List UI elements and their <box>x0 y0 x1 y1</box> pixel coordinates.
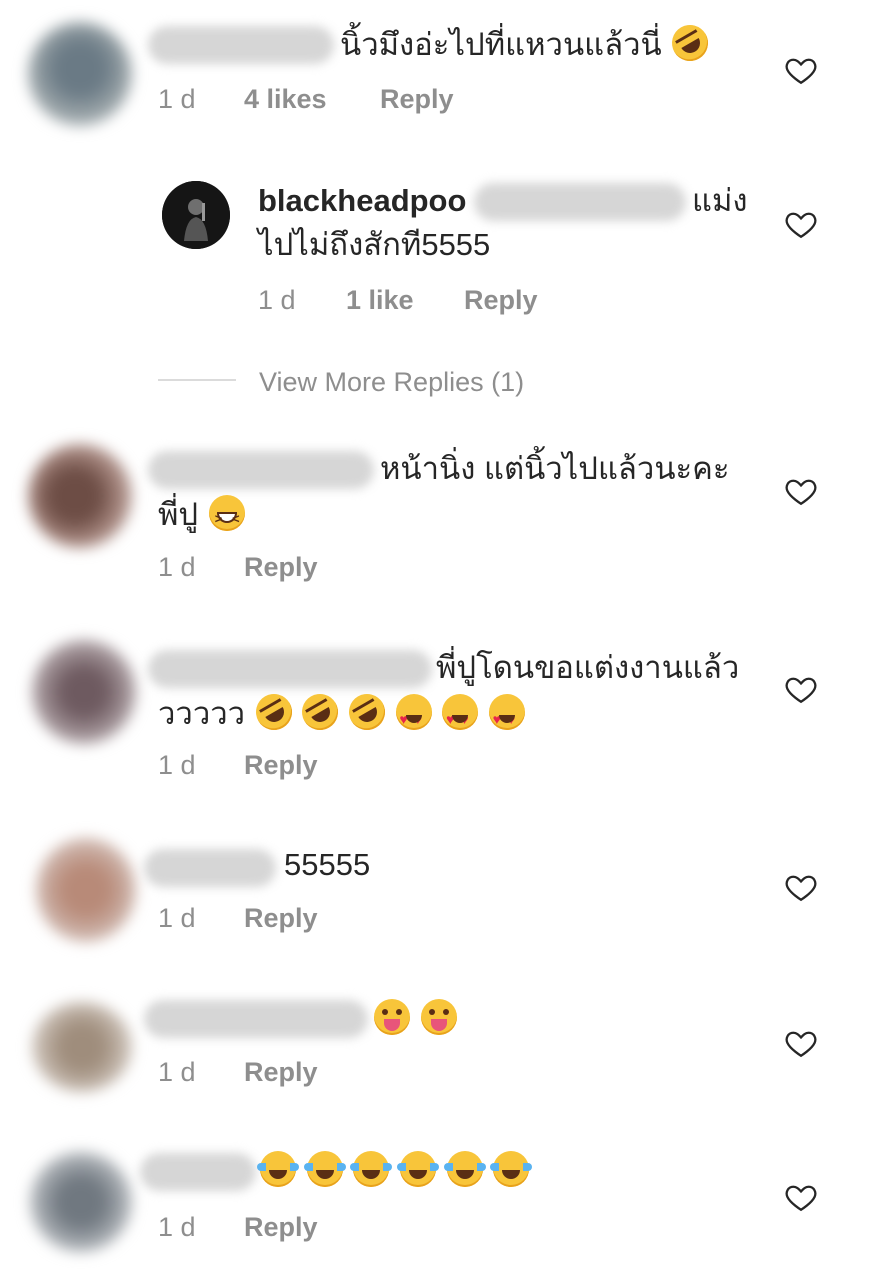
reply-button[interactable]: Reply <box>244 1212 318 1243</box>
reply-button[interactable]: Reply <box>464 285 538 316</box>
zany-tongue-emoji-icon <box>420 999 457 1035</box>
heart-eyes-emoji-icon <box>442 694 479 740</box>
comment-body: 55555 <box>284 847 371 882</box>
heart-eyes-emoji-icon <box>488 694 525 740</box>
grinning-squint-emoji-icon <box>208 495 245 540</box>
avatar[interactable] <box>32 1002 132 1092</box>
comment-body: หน้านิ่ง แต่นิ้วไปแล้วนะคะ <box>380 451 730 486</box>
rofl-emoji-icon <box>249 687 299 737</box>
likes-count[interactable]: 4 likes <box>244 84 327 115</box>
rofl-emoji-icon <box>342 687 392 737</box>
blurred-username[interactable] <box>148 650 432 688</box>
blurred-mention[interactable] <box>474 183 686 221</box>
avatar[interactable] <box>162 181 230 249</box>
comment-text <box>372 998 457 1040</box>
replies-divider <box>158 379 236 381</box>
avatar[interactable] <box>28 22 132 126</box>
tears-of-joy-emoji-icon <box>257 1151 299 1187</box>
avatar[interactable] <box>30 1152 132 1252</box>
reply-button[interactable]: Reply <box>244 1057 318 1088</box>
reply-button[interactable]: Reply <box>244 750 318 781</box>
comment-text <box>257 1150 533 1192</box>
blurred-username[interactable] <box>144 1000 368 1038</box>
likes-count[interactable]: 1 like <box>346 285 414 316</box>
heart-outline-icon[interactable] <box>784 1180 818 1214</box>
blurred-username[interactable] <box>148 451 374 489</box>
tears-of-joy-emoji-icon <box>443 1151 486 1187</box>
heart-eyes-emoji-icon <box>395 694 432 740</box>
username[interactable]: blackheadpoo <box>258 183 466 218</box>
tears-of-joy-emoji-icon <box>396 1151 439 1187</box>
reply-button[interactable]: Reply <box>380 84 454 115</box>
comment-body: พี่ปู <box>158 497 199 532</box>
comment-text: 55555 <box>284 844 370 886</box>
timestamp: 1 d <box>158 903 196 933</box>
zany-tongue-emoji-icon <box>374 999 410 1035</box>
avatar[interactable] <box>32 640 136 744</box>
avatar[interactable] <box>28 444 132 548</box>
heart-outline-icon[interactable] <box>784 207 818 241</box>
comment-text: blackheadpoo <box>258 180 466 222</box>
timestamp: 1 d <box>158 1212 196 1242</box>
comment-body: พี่ปูโดนขอแต่งงานแล้ว <box>436 650 740 685</box>
comment-text-line2: ไปไม่ถึงสักที5555 <box>258 224 490 266</box>
reply-button[interactable]: Reply <box>244 552 318 583</box>
heart-outline-icon[interactable] <box>784 474 818 508</box>
comment-body: นิ้วมึงอ่ะไปที่แหวนแล้วนี่ <box>340 27 662 62</box>
timestamp: 1 d <box>158 750 196 780</box>
comment-text-line2: ววววว <box>158 687 525 740</box>
comment-text-line2: พี่ปู <box>158 494 245 540</box>
avatar[interactable] <box>36 838 136 942</box>
view-more-label: View More Replies (1) <box>259 367 525 397</box>
comment-text: หน้านิ่ง แต่นิ้วไปแล้วนะคะ <box>380 448 730 490</box>
reply-button[interactable]: Reply <box>244 903 318 934</box>
blurred-username[interactable] <box>140 1153 256 1191</box>
blurred-username[interactable] <box>148 26 334 64</box>
comment-body: ววววว <box>158 696 246 731</box>
heart-outline-icon[interactable] <box>784 1026 818 1060</box>
profile-photo-icon <box>162 181 230 249</box>
blurred-username[interactable] <box>144 849 276 887</box>
comment-text: นิ้วมึงอ่ะไปที่แหวนแล้วนี่ <box>340 18 715 68</box>
tears-of-joy-emoji-icon <box>490 1151 533 1187</box>
rofl-emoji-icon <box>295 687 345 737</box>
comment-text: พี่ปูโดนขอแต่งงานแล้ว <box>436 647 739 689</box>
timestamp: 1 d <box>158 84 196 114</box>
heart-outline-icon[interactable] <box>784 672 818 706</box>
timestamp: 1 d <box>258 285 296 315</box>
comment-body: ไปไม่ถึงสักที5555 <box>258 227 491 262</box>
comment-body: แม่ง <box>692 183 748 218</box>
tears-of-joy-emoji-icon <box>303 1151 346 1187</box>
rofl-emoji-icon <box>665 18 715 68</box>
heart-outline-icon[interactable] <box>784 870 818 904</box>
comment-text-tail: แม่ง <box>692 180 748 222</box>
timestamp: 1 d <box>158 1057 196 1087</box>
heart-outline-icon[interactable] <box>784 53 818 87</box>
tears-of-joy-emoji-icon <box>350 1151 393 1187</box>
timestamp: 1 d <box>158 552 196 582</box>
